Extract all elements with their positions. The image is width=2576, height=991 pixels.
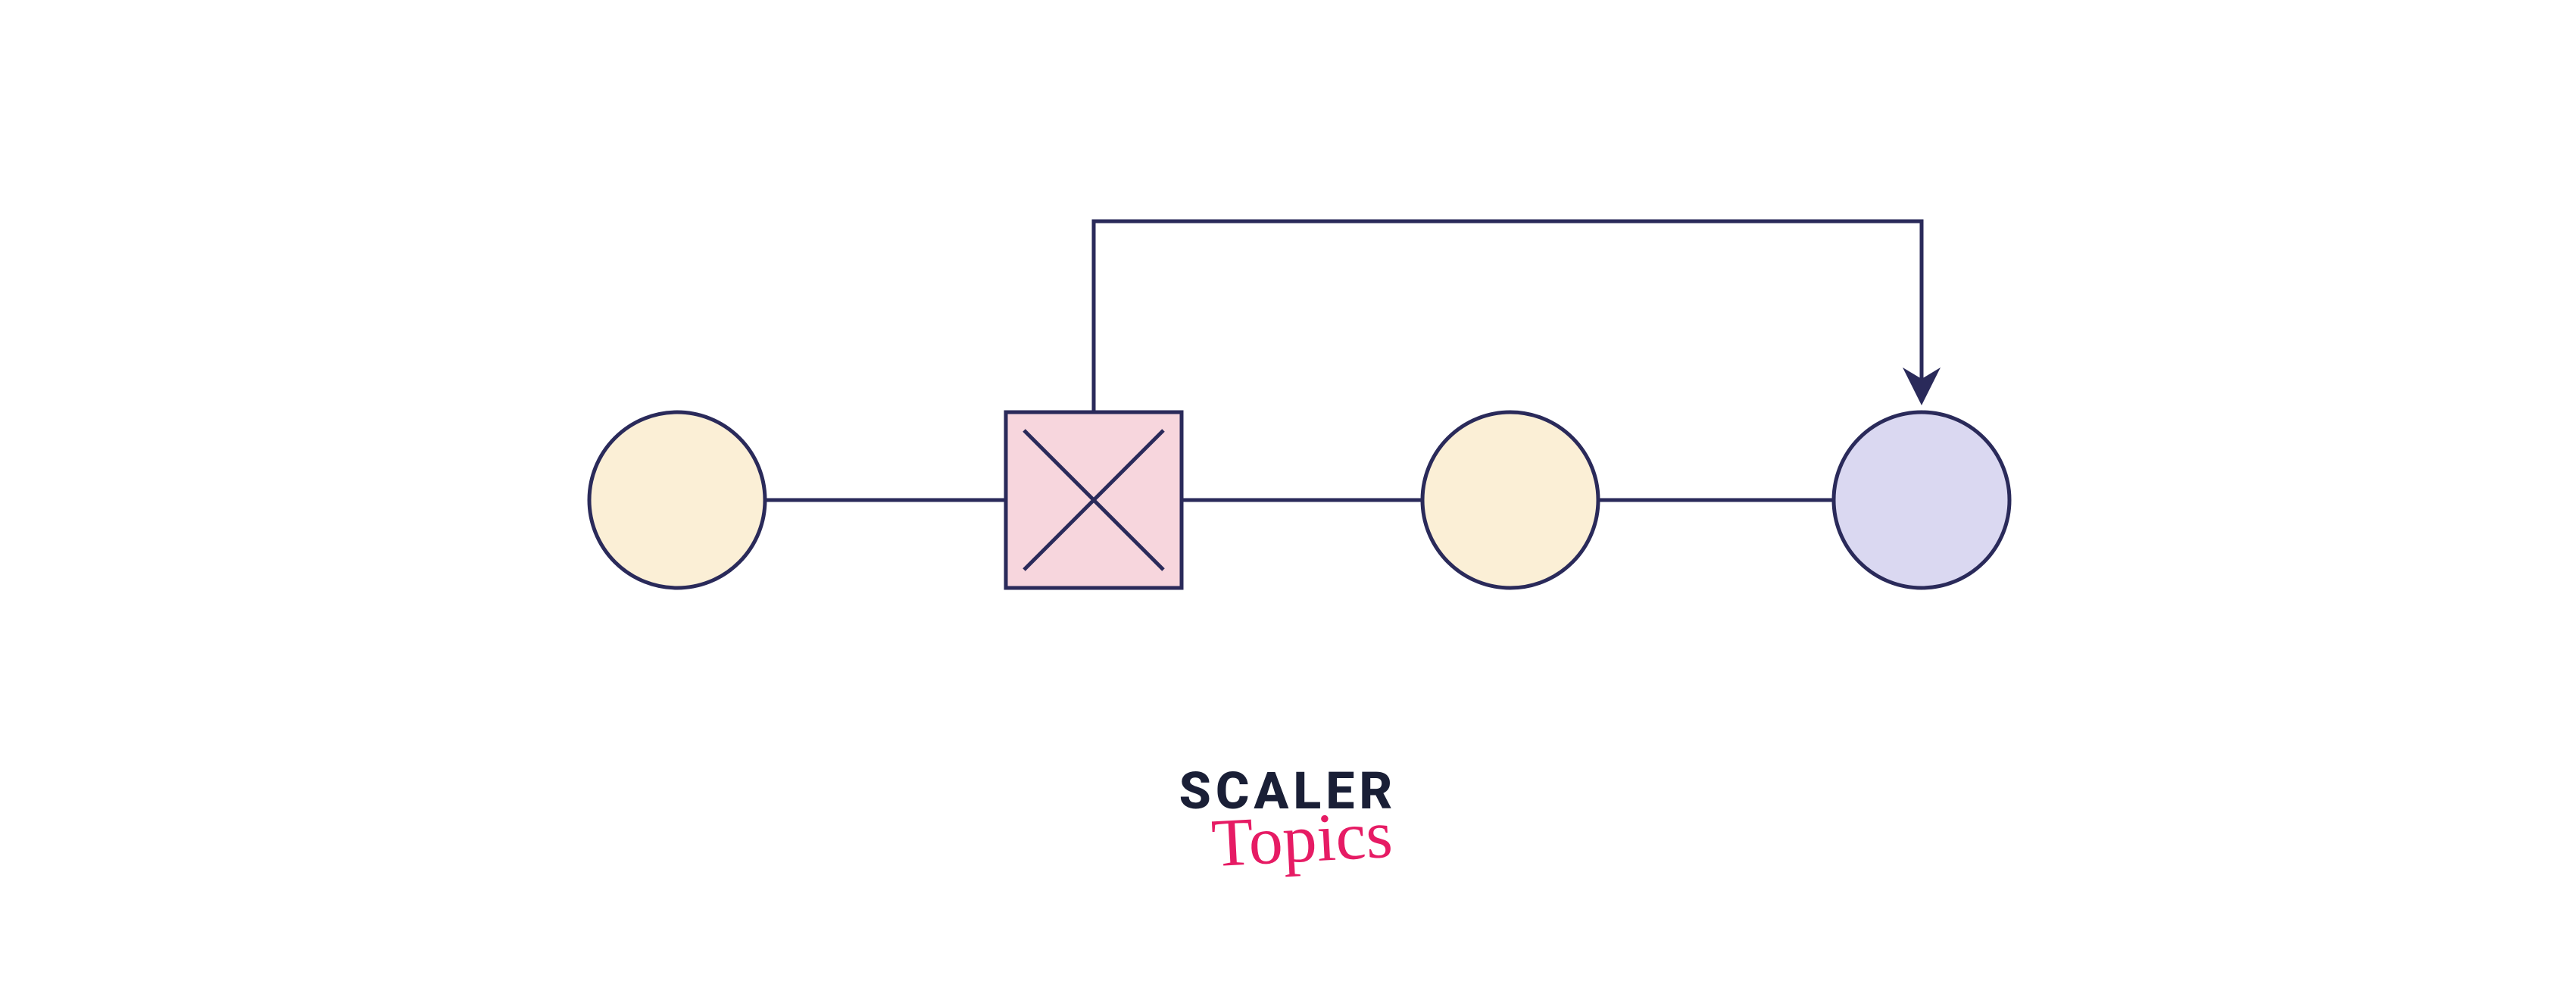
diagram-canvas: SCALER Topics (0, 0, 2576, 991)
node-1-circle (589, 412, 765, 588)
node-4-circle (1834, 412, 2009, 588)
brand-logo-line2: Topics (1191, 807, 1412, 873)
brand-logo: SCALER Topics (1179, 765, 1397, 867)
node-3-circle (1422, 412, 1598, 588)
bypass-arrow (1094, 221, 1922, 412)
